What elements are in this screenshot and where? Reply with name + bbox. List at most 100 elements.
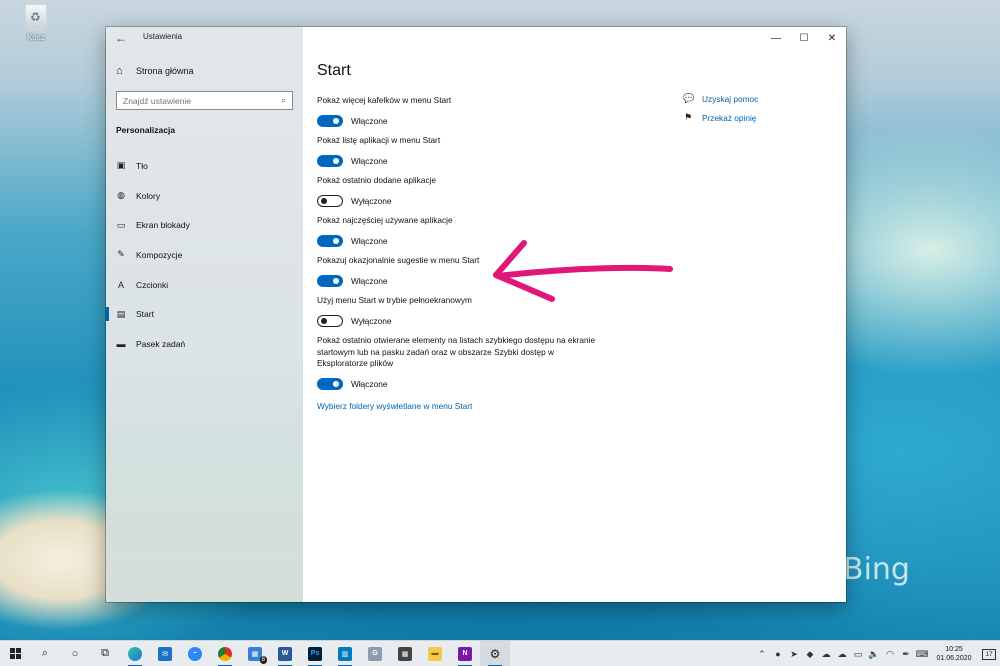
nav-item-label: Kompozycje (136, 249, 183, 260)
toggle-state-label: Wyłączone (351, 195, 392, 206)
battery-icon[interactable]: ▭ (850, 641, 866, 666)
onenote-icon[interactable]: N (450, 641, 480, 666)
nav-item-colors[interactable]: ◍ Kolory (106, 181, 303, 211)
section-heading: Personalizacja (116, 125, 176, 135)
mail-icon[interactable]: ✉ (150, 641, 180, 666)
pen-icon[interactable]: ✒ (898, 641, 914, 666)
bing-watermark: Bing (843, 552, 910, 587)
nav-item-fonts[interactable]: A Czcionki (106, 270, 303, 300)
taskbar: ⌕ ○ ⧉ ✉ ~ ▦ 8 W Ps ▥ G ▦ ▬ N ⚙ ⌃ ● ➤ ◆ ☁ … (0, 640, 1000, 666)
toggle-state-label: Włączone (351, 275, 388, 286)
feedback-link[interactable]: ⚑ Przekaż opinię (683, 108, 758, 127)
toggle-switch[interactable] (317, 114, 343, 127)
toggle-switch[interactable] (317, 154, 343, 167)
toggle-recently-added[interactable]: Wyłączone (317, 194, 607, 207)
back-arrow-icon[interactable]: ← (114, 31, 128, 45)
get-help-link[interactable]: 💬 Uzyskaj pomoc (683, 89, 758, 108)
setting-label: Pokaż listę aplikacji w menu Start (317, 135, 441, 145)
notification-center-button[interactable]: 17 (978, 641, 1000, 666)
recycle-bin-icon (25, 4, 47, 30)
nav-item-label: Kolory (136, 190, 161, 201)
setting-more-tiles: Pokaż więcej kafelków w menu Start Włącz… (317, 95, 607, 135)
recycle-bin-label: Kosz (27, 33, 45, 42)
toggle-app-list[interactable]: Włączone (317, 154, 607, 167)
nav-item-label: Tło (136, 160, 148, 171)
settings-window: ← Ustawienia ⌂ Strona główna ⌕ Personali… (106, 27, 846, 602)
main-content: — ☐ ✕ Start Pokaż więcej kafelków w menu… (303, 27, 846, 602)
toggle-jump-lists[interactable]: Włączone (317, 377, 607, 390)
choose-folders-link[interactable]: Wybierz foldery wyświetlane w menu Start (317, 401, 607, 411)
get-help-label: Uzyskaj pomoc (702, 93, 759, 104)
setting-label: Pokaż ostatnio dodane aplikacje (317, 175, 437, 185)
onedrive-icon[interactable]: ☁ (834, 641, 850, 666)
notification-count: 17 (982, 648, 996, 660)
cloud-icon[interactable]: ☁ (818, 641, 834, 666)
toggle-switch[interactable] (317, 234, 343, 247)
toggle-switch[interactable] (317, 377, 343, 390)
nav-item-taskbar[interactable]: ▬ Pasek zadań (106, 329, 303, 359)
file-explorer-icon[interactable]: ▬ (420, 641, 450, 666)
settings-search-box[interactable]: ⌕ (116, 91, 293, 110)
nav-item-label: Pasek zadań (136, 338, 186, 349)
nav-item-label: Start (136, 309, 154, 320)
wifi-icon[interactable]: ◠ (882, 641, 898, 666)
word-icon[interactable]: W (270, 641, 300, 666)
close-button[interactable]: ✕ (818, 27, 846, 49)
nav-item-label: Czcionki (136, 279, 169, 290)
page-title: Start (317, 62, 351, 79)
recycle-bin-desktop-icon[interactable]: Kosz (18, 4, 54, 42)
setting-app-list: Pokaż listę aplikacji w menu Start Włącz… (317, 135, 607, 175)
nav-item-lock-screen[interactable]: ▭ Ekran blokady (106, 210, 303, 240)
security-icon[interactable]: ◆ (802, 641, 818, 666)
settings-gear-icon[interactable]: ⚙ (480, 640, 510, 666)
brush-icon: ✎ (117, 249, 125, 260)
clock[interactable]: 10:25 01.06.2020 (930, 645, 978, 663)
nav-item-label: Ekran blokady (136, 220, 190, 231)
search-icon[interactable]: ⌕ (281, 95, 286, 106)
nav-item-start[interactable]: ▤ Start (106, 299, 303, 329)
feedback-icon: ⚑ (683, 112, 693, 122)
cortana-icon[interactable]: ○ (60, 641, 90, 666)
search-taskbar-icon[interactable]: ⌕ (30, 641, 60, 666)
calendar-icon[interactable]: ▦ 8 (240, 641, 270, 666)
palette-icon: ◍ (117, 190, 125, 201)
lock-screen-icon: ▭ (116, 219, 126, 230)
maximize-button[interactable]: ☐ (790, 27, 818, 49)
show-hidden-icons-chevron-icon[interactable]: ⌃ (754, 641, 770, 666)
minimize-button[interactable]: — (762, 27, 790, 49)
task-view-icon[interactable]: ⧉ (90, 641, 120, 666)
keyboard-icon[interactable]: ⌨ (914, 641, 930, 666)
setting-recently-added: Pokaż ostatnio dodane aplikacje Wyłączon… (317, 175, 607, 215)
toggle-more-tiles[interactable]: Włączone (317, 114, 607, 127)
chrome-icon[interactable] (210, 641, 240, 666)
messenger-icon[interactable]: ~ (180, 641, 210, 666)
toggle-state-label: Włączone (351, 378, 388, 389)
search-input[interactable] (123, 95, 281, 106)
clock-date: 01.06.2020 (936, 655, 972, 662)
edge-icon[interactable] (120, 641, 150, 666)
trello-icon[interactable]: ▥ (330, 641, 360, 666)
pink-arrow-annotation (493, 240, 673, 302)
skype-icon[interactable]: ● (770, 641, 786, 666)
home-link[interactable]: ⌂ Strona główna (116, 65, 194, 77)
translator-icon[interactable]: G (360, 641, 390, 666)
telegram-icon[interactable]: ➤ (786, 641, 802, 666)
toggle-fullscreen[interactable]: Wyłączone (317, 314, 607, 327)
start-button[interactable] (0, 641, 30, 666)
calculator-icon[interactable]: ▦ (390, 641, 420, 666)
nav-item-themes[interactable]: ✎ Kompozycje (106, 240, 303, 270)
setting-jump-lists: Pokaż ostatnio otwierane elementy na lis… (317, 335, 607, 401)
toggle-switch[interactable] (317, 314, 343, 327)
toggle-switch[interactable] (317, 194, 343, 207)
mail-badge: 8 (259, 655, 267, 664)
clock-time: 10:25 (945, 646, 963, 653)
nav-item-background[interactable]: ▣ Tło (106, 151, 303, 181)
toggle-switch[interactable] (317, 274, 343, 287)
system-tray: ⌃ ● ➤ ◆ ☁ ☁ ▭ 🔈 ◠ ✒ ⌨ 10:25 01.06.2020 1… (754, 641, 1000, 666)
nav-list: ▣ Tło ◍ Kolory ▭ Ekran blokady ✎ Kompozy… (106, 151, 303, 359)
volume-icon[interactable]: 🔈 (866, 641, 882, 666)
picture-icon: ▣ (116, 160, 126, 171)
photoshop-icon[interactable]: Ps (300, 641, 330, 666)
taskbar-icon: ▬ (116, 338, 126, 349)
window-title: Ustawienia (143, 32, 183, 41)
